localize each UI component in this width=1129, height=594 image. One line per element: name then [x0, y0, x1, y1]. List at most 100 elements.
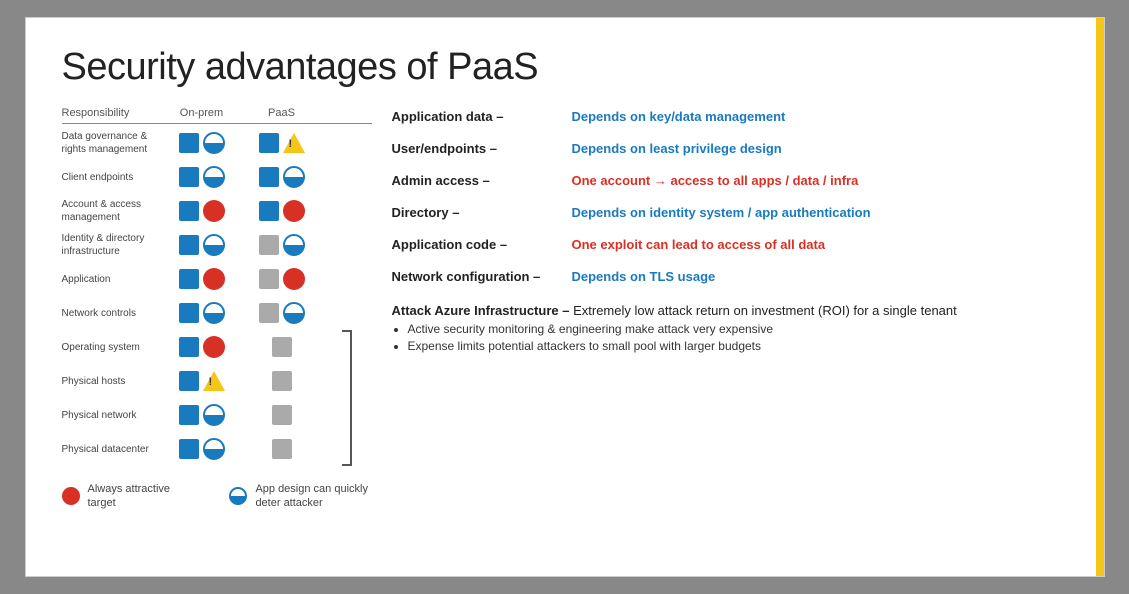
slide: Security advantages of PaaS Responsibili… [25, 17, 1105, 577]
half-circle-icon [203, 166, 225, 188]
row-onprem [162, 404, 242, 426]
row-label: Physical network [62, 409, 162, 422]
row-label: Physical hosts [62, 375, 162, 388]
blue-square-icon [179, 337, 199, 357]
row-onprem [162, 234, 242, 256]
table-row: Operating system [62, 330, 322, 364]
gray-square-icon [259, 269, 279, 289]
row-paas [242, 439, 322, 459]
red-circle-icon [203, 268, 225, 290]
attack-title: Attack Azure Infrastructure – Extremely … [392, 303, 1068, 318]
blue-square-icon [259, 167, 279, 187]
table-header-row: Responsibility On-prem PaaS [62, 107, 372, 124]
red-circle-icon [203, 200, 225, 222]
row-paas [242, 302, 322, 324]
row-label: Account & access management [62, 198, 162, 224]
row-paas [242, 234, 322, 256]
attack-bullet: Active security monitoring & engineering… [408, 322, 1068, 336]
right-row-label: User/endpoints – [392, 141, 572, 156]
blue-square-icon [179, 167, 199, 187]
blue-square-icon [259, 133, 279, 153]
slide-title: Security advantages of PaaS [62, 46, 1068, 89]
attack-title-normal: Extremely low attack return on investmen… [569, 303, 956, 318]
right-row-app-data: Application data – Depends on key/data m… [392, 107, 1068, 139]
legend-half-circle-icon [229, 487, 247, 505]
blue-square-icon [179, 201, 199, 221]
right-row-value: Depends on TLS usage [572, 269, 716, 284]
right-row-directory: Directory – Depends on identity system /… [392, 203, 1068, 235]
gray-square-icon [259, 303, 279, 323]
table-row: Physical datacenter [62, 432, 322, 466]
table-row: Client endpoints [62, 160, 372, 194]
table-row: Identity & directory infrastructure [62, 228, 372, 262]
bracket-line [332, 330, 352, 466]
gray-square-icon [272, 371, 292, 391]
row-paas [242, 371, 322, 391]
blue-square-icon [179, 235, 199, 255]
row-onprem [162, 166, 242, 188]
header-responsibility: Responsibility [62, 107, 162, 119]
row-paas [242, 268, 322, 290]
right-row-value: Depends on key/data management [572, 109, 786, 124]
row-paas [242, 337, 322, 357]
red-circle-icon [203, 336, 225, 358]
attack-title-bold: Attack Azure Infrastructure – [392, 303, 570, 318]
left-table: Responsibility On-prem PaaS Data governa… [62, 107, 372, 511]
accent-bar [1096, 18, 1104, 576]
half-circle-icon [203, 404, 225, 426]
row-label: Data governance & rights management [62, 130, 162, 156]
bracket-section: Operating system Physical hosts [62, 330, 372, 466]
blue-square-icon [179, 439, 199, 459]
right-row-label: Directory – [392, 205, 572, 220]
legend-item-half: App design can quickly deter attacker [229, 482, 371, 511]
blue-square-icon [179, 133, 199, 153]
table-row: Account & access management [62, 194, 372, 228]
row-paas [242, 200, 322, 222]
table-row: Application [62, 262, 372, 296]
right-row-value: Depends on least privilege design [572, 141, 782, 156]
right-row-app-code: Application code – One exploit can lead … [392, 235, 1068, 267]
gray-square-icon [272, 439, 292, 459]
row-paas [242, 166, 322, 188]
right-row-label: Network configuration – [392, 269, 572, 284]
legend-item-red: Always attractive target [62, 482, 198, 511]
row-paas [242, 133, 322, 153]
warning-triangle-icon [203, 371, 225, 391]
blue-square-icon [179, 269, 199, 289]
half-circle-icon [203, 302, 225, 324]
blue-square-icon [179, 405, 199, 425]
blue-square-icon [179, 371, 199, 391]
legend-label: App design can quickly deter attacker [255, 482, 371, 511]
right-row-label: Application data – [392, 109, 572, 124]
legend-label: Always attractive target [88, 482, 198, 511]
row-onprem [162, 371, 242, 391]
right-row-value: Depends on identity system / app authent… [572, 205, 871, 220]
row-onprem [162, 438, 242, 460]
row-onprem [162, 200, 242, 222]
header-onprem: On-prem [162, 107, 242, 119]
half-circle-icon [203, 234, 225, 256]
row-label: Client endpoints [62, 171, 162, 184]
row-label: Operating system [62, 341, 162, 354]
row-onprem [162, 268, 242, 290]
half-circle-icon [203, 132, 225, 154]
red-circle-icon [283, 200, 305, 222]
red-circle-icon [283, 268, 305, 290]
legend-red-circle-icon [62, 487, 80, 505]
attack-bullets: Active security monitoring & engineering… [408, 322, 1068, 353]
right-row-value: One exploit can lead to access of all da… [572, 237, 826, 252]
row-label: Physical datacenter [62, 443, 162, 456]
bracket-rows: Operating system Physical hosts [62, 330, 322, 466]
gray-square-icon [272, 405, 292, 425]
half-circle-icon [283, 166, 305, 188]
warning-triangle-icon [283, 133, 305, 153]
header-paas: PaaS [242, 107, 322, 119]
right-row-label: Admin access – [392, 173, 572, 188]
legend: Always attractive target App design can … [62, 482, 372, 511]
right-row-value: One account → access to all apps / data … [572, 173, 859, 188]
half-circle-icon [283, 302, 305, 324]
row-onprem [162, 132, 242, 154]
gray-square-icon [259, 235, 279, 255]
row-label: Identity & directory infrastructure [62, 232, 162, 258]
half-circle-icon [283, 234, 305, 256]
